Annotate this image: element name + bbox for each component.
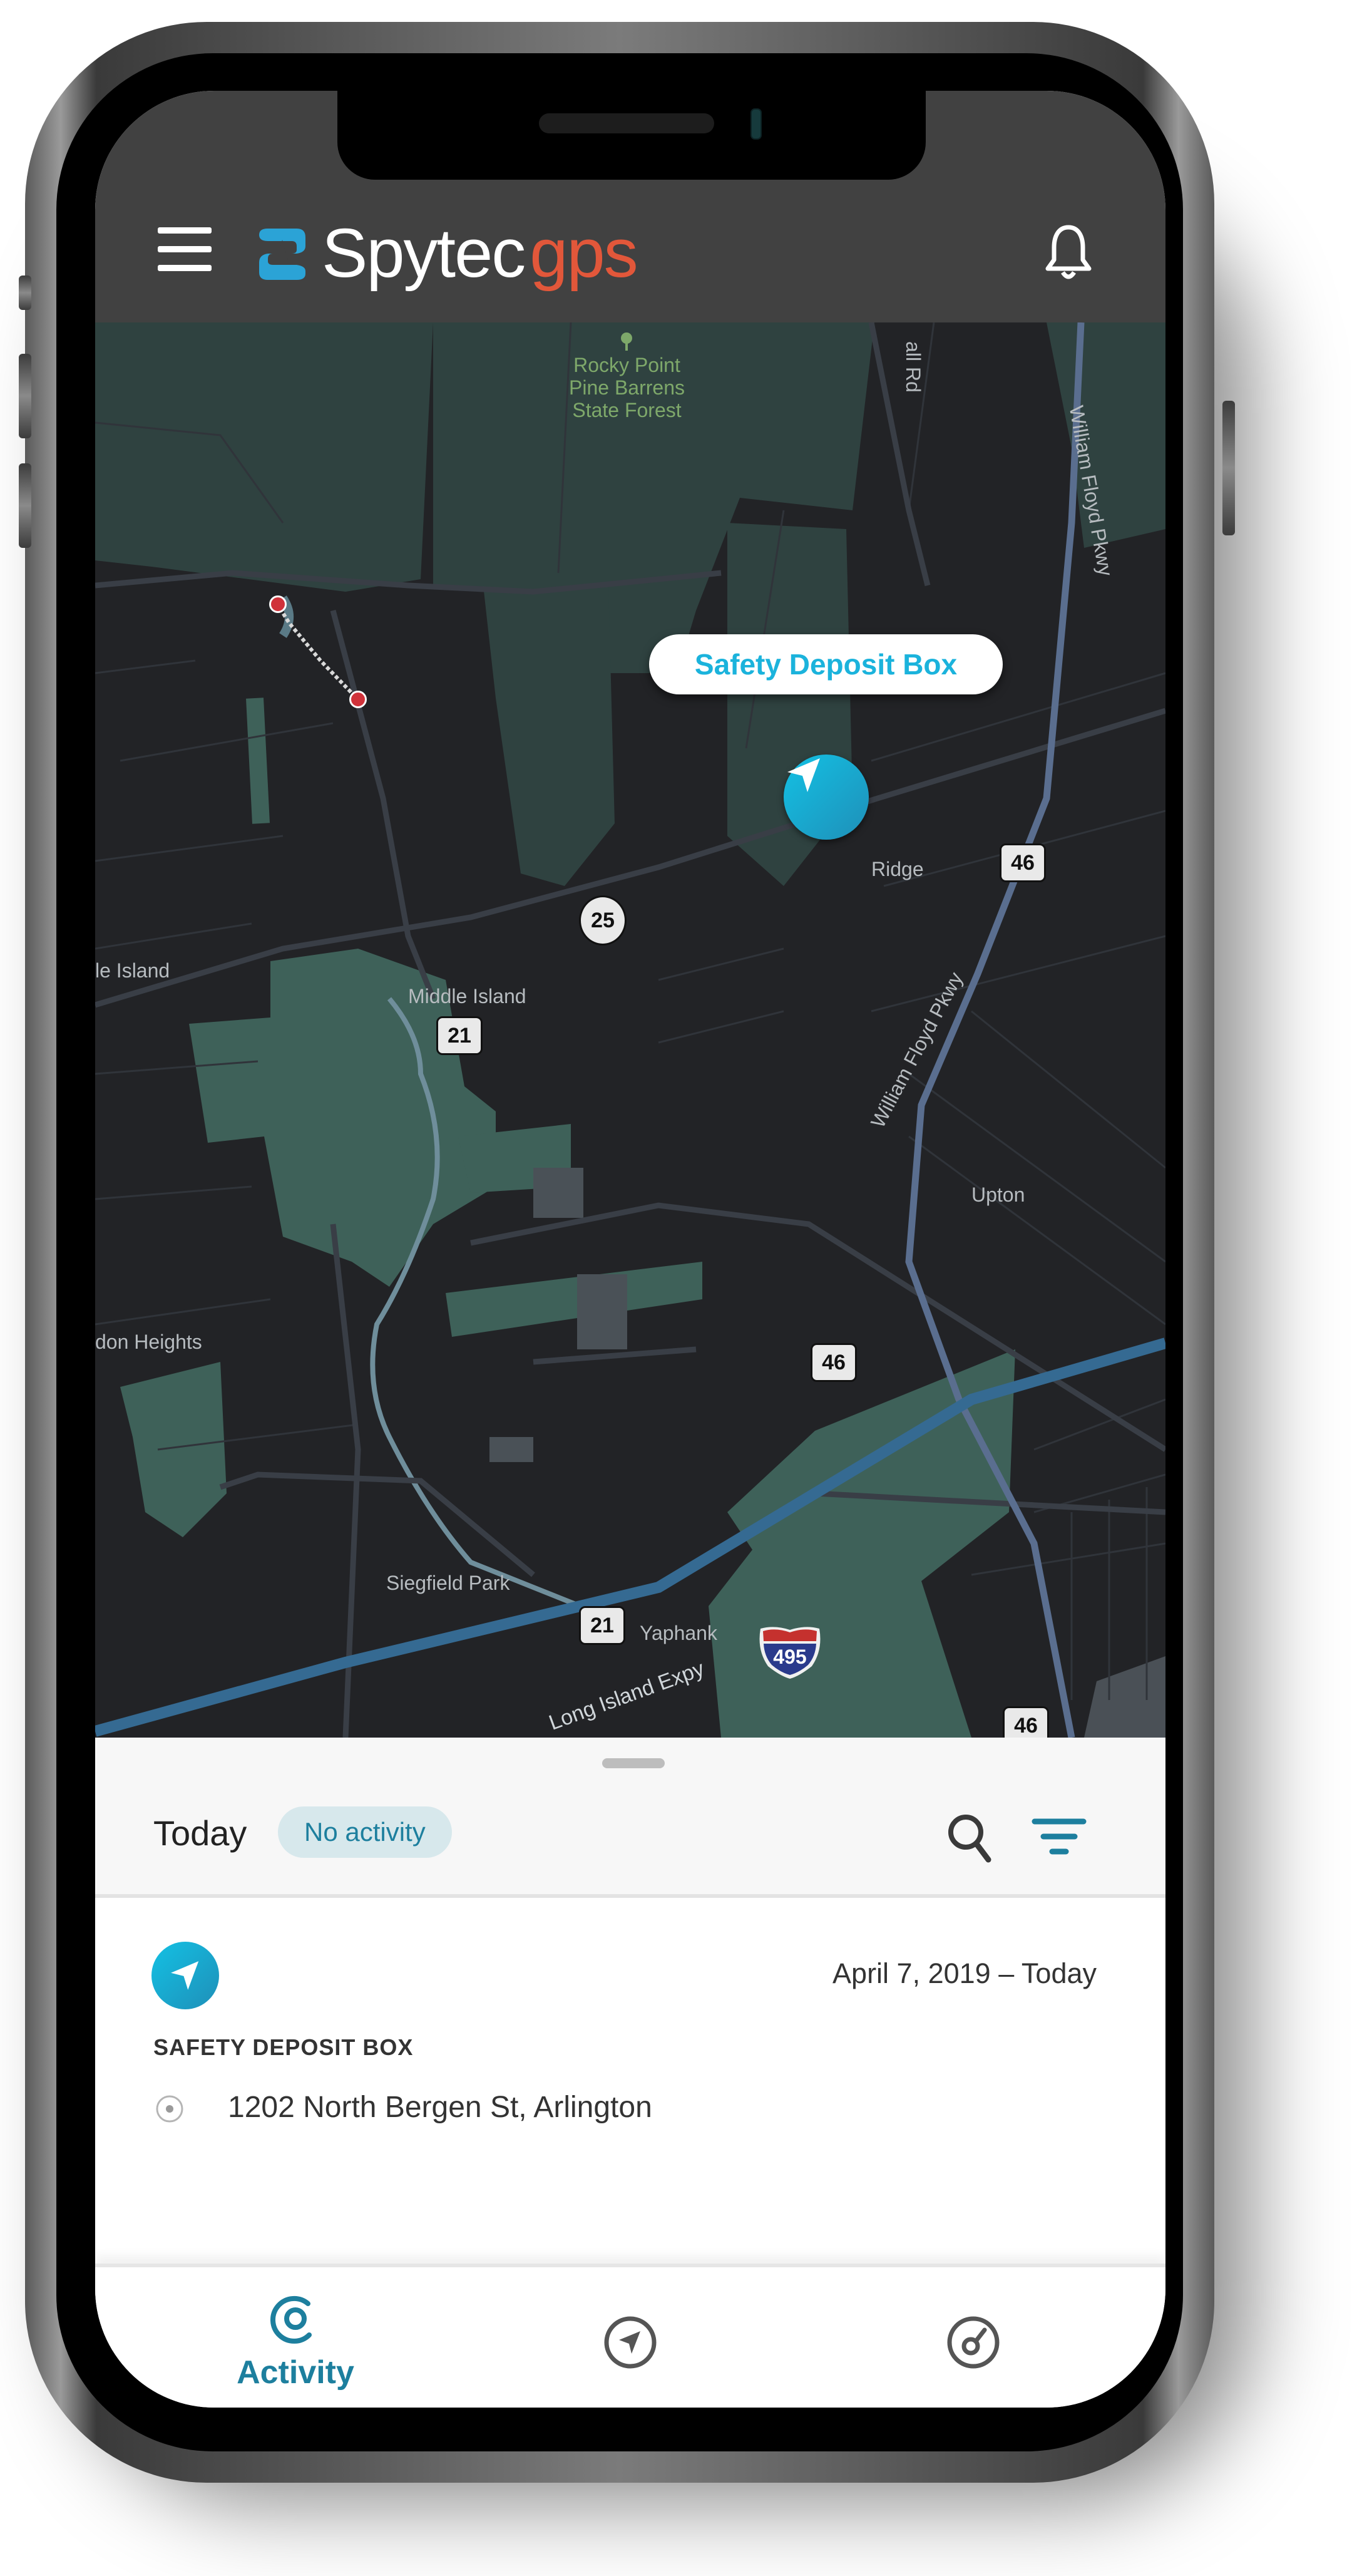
navigation-arrow-icon: [787, 758, 820, 792]
device-callout[interactable]: Safety Deposit Box: [649, 634, 1003, 694]
filter-icon[interactable]: [1031, 1813, 1087, 1863]
power-button: [1222, 401, 1235, 535]
device-address: 1202 North Bergen St, Arlington: [228, 2091, 652, 2124]
navigation-arrow-icon: [171, 1961, 199, 1990]
status-badge: No activity: [278, 1806, 452, 1858]
road-label: all Rd: [902, 341, 924, 393]
notch: [337, 91, 926, 180]
place-label: Yaphank: [640, 1622, 717, 1644]
spytec-logo-icon: [259, 229, 305, 280]
nav-label: Activity: [237, 2354, 354, 2391]
front-camera: [750, 108, 762, 140]
brand-name: Spytec: [322, 215, 526, 292]
place-label: le Island: [95, 959, 170, 982]
place-label: Siegfield Park: [386, 1572, 510, 1594]
device-avatar: [151, 1942, 219, 2009]
place-label: Middle Island: [408, 985, 526, 1007]
dashboard-gauge-icon: [947, 2316, 1000, 2369]
place-label: don Heights: [95, 1331, 202, 1353]
bell-icon[interactable]: [1040, 222, 1097, 285]
volume-up-button: [19, 354, 31, 438]
route-shield: 21: [579, 1606, 625, 1645]
silent-switch: [19, 276, 31, 310]
place-label: Upton: [971, 1183, 1025, 1206]
nav-tab-dashboard[interactable]: [920, 2267, 1027, 2408]
map-view[interactable]: Rocky Point Pine Barrens State Forest al…: [95, 322, 1165, 1738]
park-icon: [620, 332, 633, 351]
route-shield: 25: [579, 895, 627, 945]
route-shield: 46: [811, 1343, 857, 1382]
volume-down-button: [19, 463, 31, 548]
svg-text:495: 495: [773, 1646, 806, 1668]
park-label: Rocky Point Pine Barrens State Forest: [560, 354, 694, 421]
nav-tab-activity[interactable]: Activity: [214, 2267, 377, 2408]
device-list-item[interactable]: April 7, 2019 – Today SAFETY DEPOSIT BOX…: [95, 1898, 1165, 2249]
park-label-line: State Forest: [572, 399, 682, 421]
location-dot-icon: [156, 2095, 183, 2123]
hamburger-menu-icon[interactable]: [158, 227, 212, 271]
route-shield: 46: [1003, 1706, 1049, 1738]
phone-screen: Spytec gps Rocky Point Pine Barrens Stat…: [95, 91, 1165, 2408]
brand-logo: Spytec gps: [257, 215, 638, 292]
interstate-shield: 495: [755, 1625, 824, 1679]
sheet-drag-handle[interactable]: [602, 1758, 665, 1768]
nav-tab-locate[interactable]: [577, 2267, 684, 2408]
trip-start-marker[interactable]: [269, 595, 287, 613]
period-label[interactable]: Today: [153, 1813, 247, 1853]
bottom-nav: Activity: [95, 2264, 1165, 2408]
device-location-marker[interactable]: [784, 755, 869, 840]
route-shield: 46: [1000, 843, 1046, 882]
brand-suffix: gps: [530, 215, 638, 292]
search-icon[interactable]: [945, 1810, 995, 1866]
activity-icon: [270, 2295, 312, 2344]
activity-sheet-header: Today No activity: [95, 1738, 1165, 1898]
earpiece-speaker: [539, 113, 714, 133]
place-label: Ridge: [871, 858, 924, 880]
device-name: SAFETY DEPOSIT BOX: [153, 2034, 414, 2060]
locate-icon: [604, 2316, 657, 2369]
trip-end-marker[interactable]: [349, 691, 367, 708]
route-shield: 21: [436, 1016, 483, 1055]
date-range: April 7, 2019 – Today: [832, 1957, 1097, 1989]
park-label-line: Rocky Point: [573, 354, 680, 376]
park-label-line: Pine Barrens: [569, 376, 685, 399]
map-canvas: [95, 322, 1165, 1738]
